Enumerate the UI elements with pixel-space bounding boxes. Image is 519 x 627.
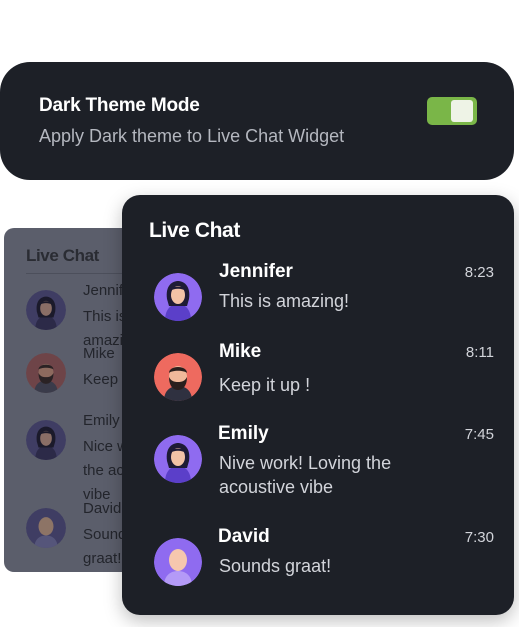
bald-avatar-icon (26, 508, 66, 548)
message-time: 7:45 (464, 426, 494, 443)
contact-name: Emily (218, 423, 269, 444)
female-avatar-icon (154, 273, 202, 321)
toggle-knob (451, 100, 473, 122)
dark-theme-toggle[interactable] (427, 97, 477, 125)
female-avatar-icon (154, 435, 202, 483)
message-preview: Nive work! Loving the acoustive vibe (219, 453, 392, 497)
contact-name: Jennifer (219, 261, 293, 282)
preview-name: Mike (83, 345, 115, 362)
contact-name: Mike (219, 341, 262, 362)
dark-theme-description: Apply Dark theme to Live Chat Widget (39, 126, 345, 146)
female-avatar-icon (26, 290, 66, 330)
bald-avatar-icon (154, 538, 202, 586)
message-preview: This is amazing! (219, 291, 350, 311)
dark-theme-title: Dark Theme Mode (39, 95, 200, 116)
chat-title: Live Chat (149, 219, 240, 242)
live-chat-widget: Live Chat Jennifer This is amazing! 8:23 (122, 195, 514, 615)
male-bearded-avatar-icon (154, 353, 202, 401)
message-time: 8:11 (465, 344, 494, 361)
preview-name: Emily (83, 412, 120, 429)
contact-name: David (218, 526, 270, 547)
message-preview: Keep it up ! (219, 375, 311, 395)
male-bearded-avatar-icon (26, 353, 66, 393)
message-time: 7:30 (464, 529, 494, 546)
message-time: 8:23 (464, 264, 494, 281)
preview-title: Live Chat (26, 246, 99, 265)
preview-name: David (83, 500, 122, 517)
female-avatar-icon (26, 420, 66, 460)
message-preview: Sounds graat! (219, 556, 332, 576)
